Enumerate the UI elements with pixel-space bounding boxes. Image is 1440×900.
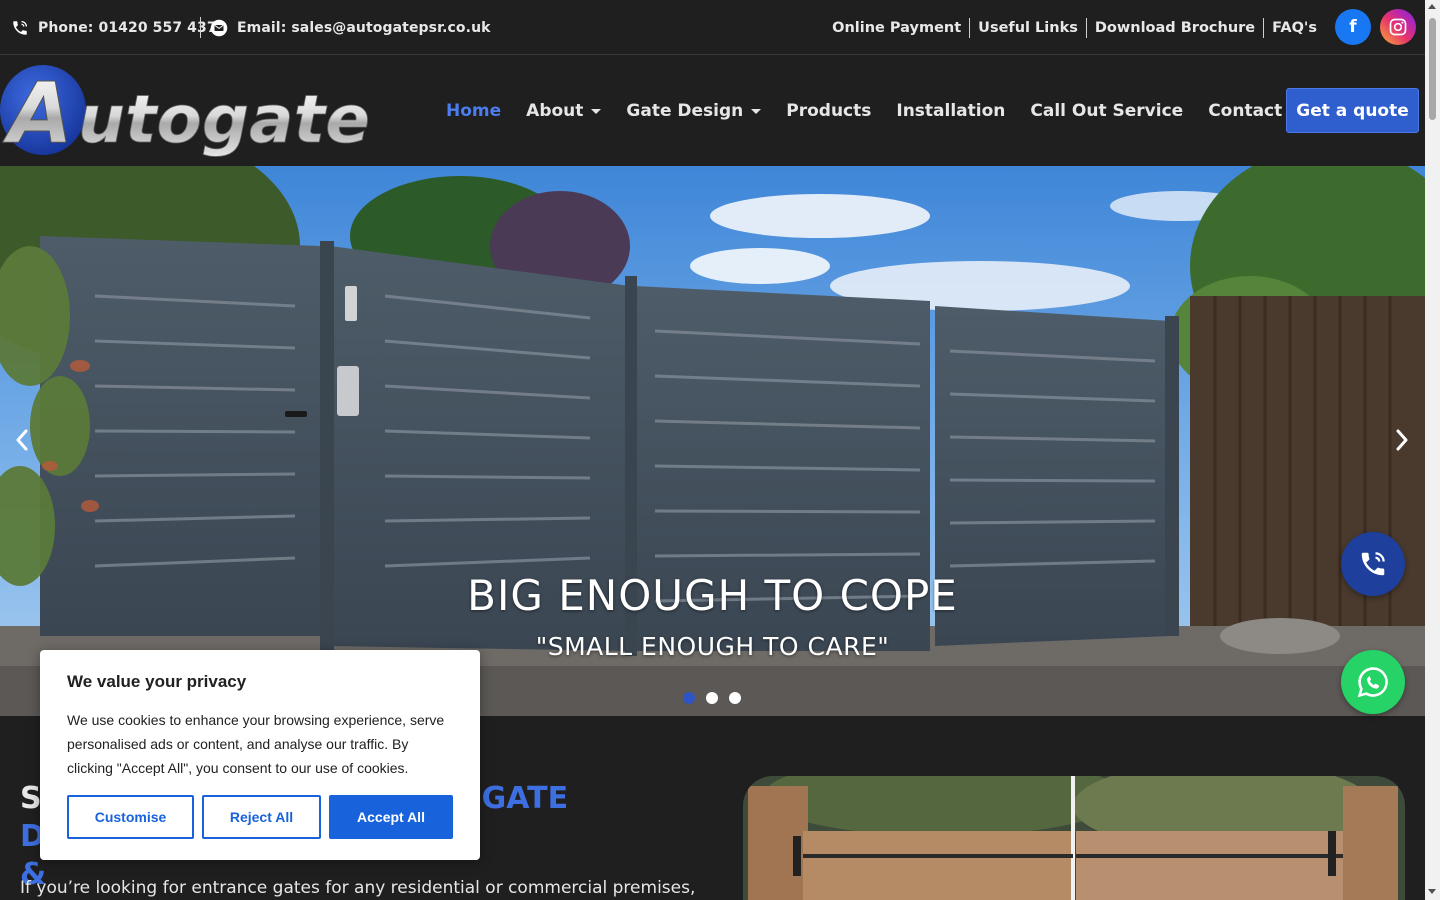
chevron-left-icon xyxy=(16,429,28,451)
email-link[interactable]: Email: sales@autogatepsr.co.uk xyxy=(209,0,491,55)
site-header: A utogate Home About Gate Design Product… xyxy=(0,56,1425,166)
nav-about[interactable]: About xyxy=(526,101,602,121)
phone-icon xyxy=(10,18,30,38)
scroll-up-arrow-icon[interactable] xyxy=(1428,4,1436,9)
facebook-icon[interactable]: f xyxy=(1335,9,1371,45)
call-now-button[interactable] xyxy=(1341,532,1405,596)
phone-text: Phone: 01420 557 437 xyxy=(38,19,217,36)
accept-all-button[interactable]: Accept All xyxy=(329,795,453,839)
scrollbar-thumb[interactable] xyxy=(1429,18,1436,120)
divider xyxy=(200,17,201,38)
cookie-description: We use cookies to enhance your browsing … xyxy=(67,712,445,776)
utility-links: Online Payment Useful Links Download Bro… xyxy=(824,0,1325,55)
nav-contact[interactable]: Contact xyxy=(1208,101,1282,121)
email-text: Email: sales@autogatepsr.co.uk xyxy=(237,19,491,36)
mail-icon xyxy=(209,18,229,38)
nav-call-out-service[interactable]: Call Out Service xyxy=(1030,101,1183,121)
nav-products-label: Products xyxy=(786,101,872,121)
instagram-icon[interactable] xyxy=(1380,9,1416,45)
cookie-consent-banner: We value your privacy We use cookies to … xyxy=(40,650,480,860)
nav-products[interactable]: Products xyxy=(786,101,871,121)
nav-contact-label: Contact xyxy=(1208,101,1283,121)
nav-home-label: Home xyxy=(446,101,502,121)
online-payment-link[interactable]: Online Payment xyxy=(824,18,969,38)
phone-icon xyxy=(1361,552,1385,576)
whatsapp-icon xyxy=(1357,667,1388,698)
slide-dot-2[interactable] xyxy=(706,692,718,704)
nav-call-out-label: Call Out Service xyxy=(1030,101,1184,121)
main-nav: Home About Gate Design Products Installa… xyxy=(446,56,1307,166)
chevron-right-icon xyxy=(1396,429,1408,451)
autogate-logo[interactable]: A utogate xyxy=(0,64,390,163)
customise-button[interactable]: Customise xyxy=(67,795,194,839)
get-a-quote-button[interactable]: Get a quote xyxy=(1286,88,1419,133)
logo-text: utogate xyxy=(78,81,370,158)
phone-link[interactable]: Phone: 01420 557 437 xyxy=(10,0,217,55)
page: Phone: 01420 557 437 Email: sales@autoga… xyxy=(0,0,1425,900)
svg-text:A: A xyxy=(2,64,73,159)
slider-next-button[interactable] xyxy=(1390,428,1414,452)
page-scrollbar[interactable] xyxy=(1425,0,1440,900)
hero-title: BIG ENOUGH TO COPE xyxy=(467,571,958,620)
whatsapp-button[interactable] xyxy=(1341,650,1405,714)
slide-dot-3[interactable] xyxy=(729,692,741,704)
nav-home[interactable]: Home xyxy=(446,101,501,121)
intro-paragraph: If you’re looking for entrance gates for… xyxy=(20,878,696,898)
slide-dot-1[interactable] xyxy=(683,692,695,704)
wooden-gate-image xyxy=(743,776,1405,900)
faqs-link[interactable]: FAQ's xyxy=(1263,17,1325,38)
nav-about-label: About xyxy=(526,101,584,121)
top-bar: Phone: 01420 557 437 Email: sales@autoga… xyxy=(0,0,1425,55)
cookie-title: We value your privacy xyxy=(67,672,247,691)
nav-installation-label: Installation xyxy=(896,101,1006,121)
useful-links-link[interactable]: Useful Links xyxy=(969,17,1086,38)
hero-slider: BIG ENOUGH TO COPE "SMALL ENOUGH TO CARE… xyxy=(0,166,1425,716)
scroll-down-arrow-icon[interactable] xyxy=(1428,889,1436,894)
nav-gate-design-label: Gate Design xyxy=(626,101,744,121)
heading-start: S xyxy=(20,781,42,816)
caret-down-icon xyxy=(591,108,602,114)
nav-installation[interactable]: Installation xyxy=(896,101,1005,121)
slider-pagination xyxy=(683,692,752,704)
nav-gate-design[interactable]: Gate Design xyxy=(626,101,762,121)
slider-prev-button[interactable] xyxy=(10,428,34,452)
caret-down-icon xyxy=(751,108,762,114)
download-brochure-link[interactable]: Download Brochure xyxy=(1085,17,1263,38)
reject-all-button[interactable]: Reject All xyxy=(202,795,321,839)
